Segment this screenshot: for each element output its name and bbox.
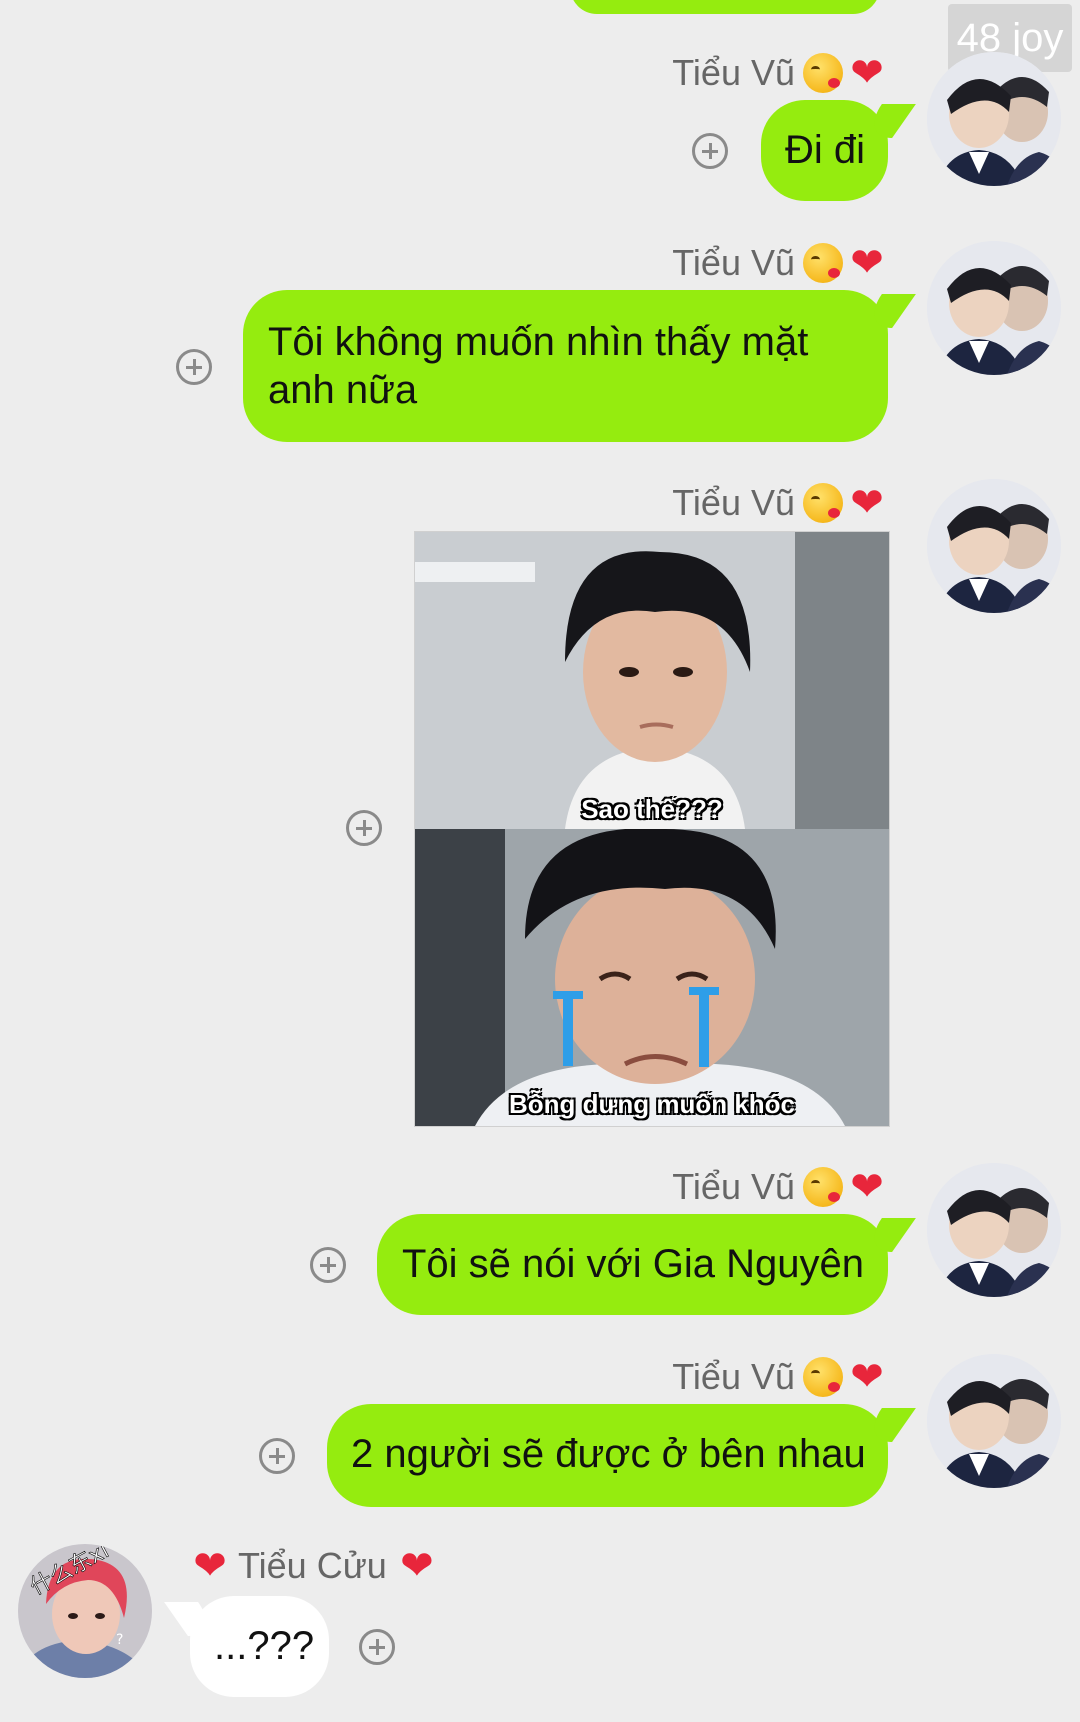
message-text: Đi đi bbox=[785, 128, 866, 172]
avatar-tieu-vu[interactable] bbox=[927, 479, 1061, 613]
sender-name: Tiểu Vũ bbox=[672, 242, 795, 283]
message-text: Tôi sẽ nói với Gia Nguyên bbox=[402, 1242, 864, 1286]
sender-name-row: Tiểu Vũ ❤ bbox=[672, 1166, 887, 1208]
message-text: ...??? bbox=[214, 1624, 315, 1668]
red-heart-icon: ❤ bbox=[850, 481, 884, 525]
message-bubble[interactable]: ...??? bbox=[190, 1596, 329, 1697]
message-bubble[interactable]: Đi đi bbox=[761, 100, 888, 201]
red-heart-icon: ❤ bbox=[850, 1165, 884, 1209]
sender-name-row: ❤ Tiểu Cửu ❤ bbox=[190, 1545, 437, 1587]
wink-kiss-icon bbox=[803, 1167, 843, 1207]
meme-caption-top: Sao thế??? bbox=[581, 794, 723, 824]
sender-name: Tiểu Cửu bbox=[238, 1545, 387, 1586]
red-heart-icon: ❤ bbox=[850, 51, 884, 95]
wink-kiss-icon bbox=[803, 1357, 843, 1397]
avatar-tieu-vu[interactable] bbox=[927, 1354, 1061, 1488]
avatar-photo: 什么东xi ? bbox=[18, 1544, 152, 1678]
previous-message-bubble[interactable] bbox=[570, 0, 880, 14]
sender-name-row: Tiểu Vũ ❤ bbox=[672, 482, 887, 524]
avatar-tieu-cuu[interactable]: 什么东xi ? bbox=[18, 1544, 152, 1678]
message-text: 2 người sẽ được ở bên nhau bbox=[351, 1432, 866, 1476]
avatar-photo bbox=[927, 52, 1061, 186]
sender-name: Tiểu Vũ bbox=[672, 52, 795, 93]
meme-photo-bottom bbox=[415, 829, 889, 1126]
message-bubble[interactable]: 2 người sẽ được ở bên nhau bbox=[327, 1404, 888, 1507]
add-reaction-icon[interactable] bbox=[176, 349, 212, 385]
add-reaction-icon[interactable] bbox=[310, 1247, 346, 1283]
wink-kiss-icon bbox=[803, 53, 843, 93]
red-heart-icon: ❤ bbox=[850, 1355, 884, 1399]
sender-name: Tiểu Vũ bbox=[672, 1356, 795, 1397]
message-bubble[interactable]: Tôi không muốn nhìn thấy mặt anh nữa bbox=[243, 290, 888, 442]
add-reaction-icon[interactable] bbox=[346, 810, 382, 846]
meme-caption-bottom: Bỗng dưng muốn khóc bbox=[508, 1089, 795, 1119]
red-heart-icon: ❤ bbox=[400, 1544, 434, 1588]
red-heart-icon: ❤ bbox=[850, 241, 884, 285]
add-reaction-icon[interactable] bbox=[359, 1629, 395, 1665]
avatar-photo bbox=[927, 1163, 1061, 1297]
wink-kiss-icon bbox=[803, 483, 843, 523]
avatar-photo bbox=[927, 479, 1061, 613]
svg-text:?: ? bbox=[116, 1632, 123, 1648]
add-reaction-icon[interactable] bbox=[692, 133, 728, 169]
red-heart-icon: ❤ bbox=[193, 1544, 227, 1588]
meme-photo-top bbox=[415, 532, 889, 829]
chat-screen: 48 joy Tiểu Vũ ❤ Đi đi Tiểu Vũ ❤ Tôi khô… bbox=[0, 0, 1080, 1722]
message-text: Tôi không muốn nhìn thấy mặt anh nữa bbox=[268, 320, 809, 412]
meme-panel-top: Sao thế??? bbox=[415, 532, 889, 829]
sender-name-row: Tiểu Vũ ❤ bbox=[672, 1356, 887, 1398]
message-bubble[interactable]: Tôi sẽ nói với Gia Nguyên bbox=[377, 1214, 888, 1315]
wink-kiss-icon bbox=[803, 243, 843, 283]
meme-image-message[interactable]: Sao thế??? Bỗng dưng muốn khóc bbox=[414, 531, 890, 1127]
sender-name: Tiểu Vũ bbox=[672, 1166, 795, 1207]
sender-name: Tiểu Vũ bbox=[672, 482, 795, 523]
avatar-tieu-vu[interactable] bbox=[927, 52, 1061, 186]
avatar-tieu-vu[interactable] bbox=[927, 241, 1061, 375]
avatar-photo bbox=[927, 241, 1061, 375]
sender-name-row: Tiểu Vũ ❤ bbox=[672, 52, 887, 94]
sender-name-row: Tiểu Vũ ❤ bbox=[672, 242, 887, 284]
add-reaction-icon[interactable] bbox=[259, 1438, 295, 1474]
meme-panel-bottom: Bỗng dưng muốn khóc bbox=[415, 829, 889, 1126]
avatar-tieu-vu[interactable] bbox=[927, 1163, 1061, 1297]
avatar-photo bbox=[927, 1354, 1061, 1488]
